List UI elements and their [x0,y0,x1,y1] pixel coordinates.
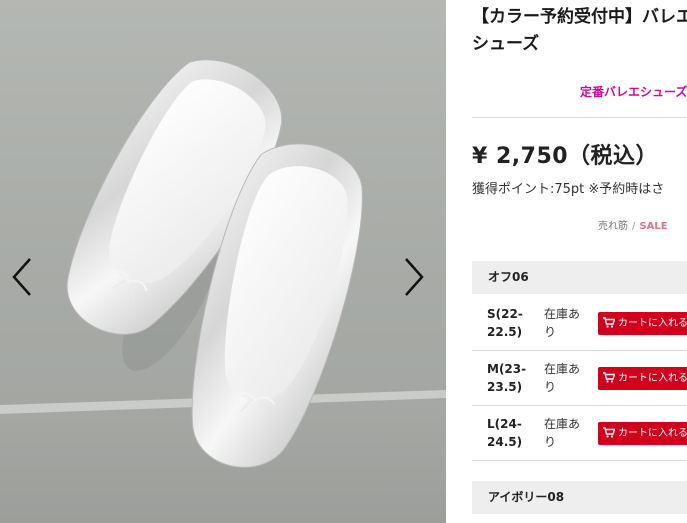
product-title: 【カラー予約受付中】バレエシューズ シューズ [472,4,687,58]
divider [472,117,687,118]
product-photo [0,0,446,523]
product-info-panel: 【カラー予約受付中】バレエシューズ シューズ 定番バレエシューズ ¥ 2,750… [446,0,687,523]
size-row: L(24-24.5) 在庫あり カートに入れる [472,406,687,461]
stock-status: 在庫あり [544,417,581,449]
gallery-next-button[interactable] [400,255,430,299]
product-price: ¥ 2,750（税込） [472,144,659,169]
add-to-cart-button[interactable]: カートに入れる [598,367,687,390]
stock-status: 在庫あり [544,362,581,394]
product-title-line2: シューズ [472,34,540,54]
product-title-line1: 【カラー予約受付中】バレエシューズ [472,7,687,27]
size-row: S(22-22.5) 在庫あり カートに入れる [472,296,687,351]
add-to-cart-label: カートに入れる [618,428,687,439]
cart-icon [603,316,616,328]
add-to-cart-button[interactable]: カートに入れる [598,312,687,335]
color-header-ivory08: アイボリー08 [472,481,687,514]
cart-icon [603,371,616,383]
chevron-left-icon [12,258,31,296]
add-to-cart-label: カートに入れる [618,318,687,329]
size-label: S(22-22.5) [487,307,523,339]
add-to-cart-label: カートに入れる [618,373,687,384]
chevron-right-icon [405,258,424,296]
stock-status: 在庫あり [544,307,581,339]
add-to-cart-button[interactable]: カートに入れる [598,422,687,445]
gallery-prev-button[interactable] [6,255,36,299]
color-header-off06: オフ06 [472,261,687,294]
cart-icon [603,426,616,438]
tag-sale[interactable]: SALE [639,221,667,232]
size-label: M(23-23.5) [487,362,527,394]
tag-divider: / [632,221,636,232]
points-text: 獲得ポイント:75pt ※予約時はさ [472,182,665,197]
tag-best-seller[interactable]: 売れ筋 [598,221,628,232]
category-link[interactable]: 定番バレエシューズ [580,83,687,100]
size-label: L(24-24.5) [487,417,523,449]
size-row: M(23-23.5) 在庫あり カートに入れる [472,351,687,406]
ballet-flats-image [0,59,446,523]
product-tags: 売れ筋 / SALE [598,217,668,232]
